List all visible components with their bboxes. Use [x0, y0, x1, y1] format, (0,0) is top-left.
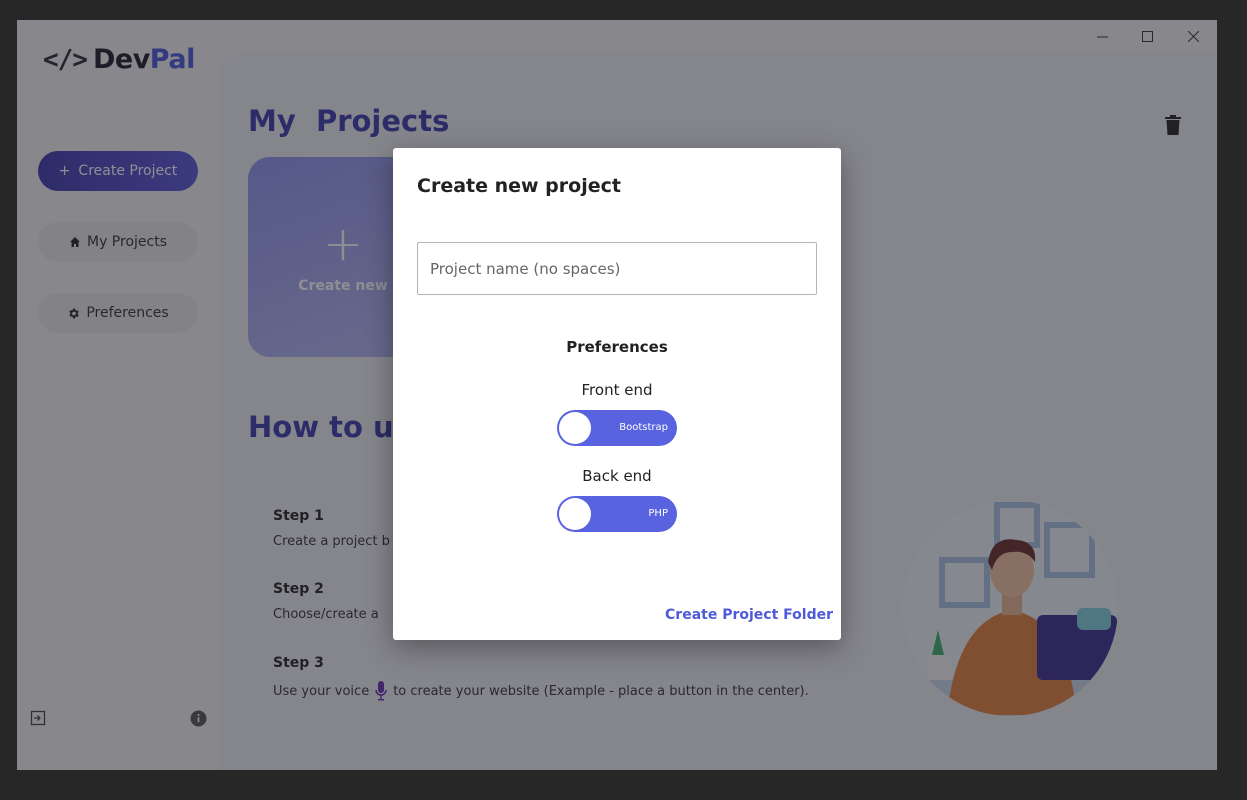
toggle-knob — [559, 412, 591, 444]
front-end-toggle[interactable]: Bootstrap — [557, 410, 677, 446]
dialog-title: Create new project — [417, 175, 621, 197]
create-project-dialog: Create new project Preferences Front end… — [393, 148, 841, 640]
app-window: </> DevPal + Create Project My Projects … — [17, 20, 1217, 770]
front-end-label: Front end — [581, 381, 653, 399]
preferences-heading: Preferences — [566, 338, 668, 356]
back-end-value: PHP — [648, 508, 668, 519]
back-end-toggle[interactable]: PHP — [557, 496, 677, 532]
toggle-knob — [559, 498, 591, 530]
back-end-label: Back end — [582, 467, 652, 485]
front-end-value: Bootstrap — [619, 422, 668, 433]
project-name-input[interactable] — [417, 242, 817, 295]
create-project-folder-button[interactable]: Create Project Folder — [665, 607, 833, 623]
